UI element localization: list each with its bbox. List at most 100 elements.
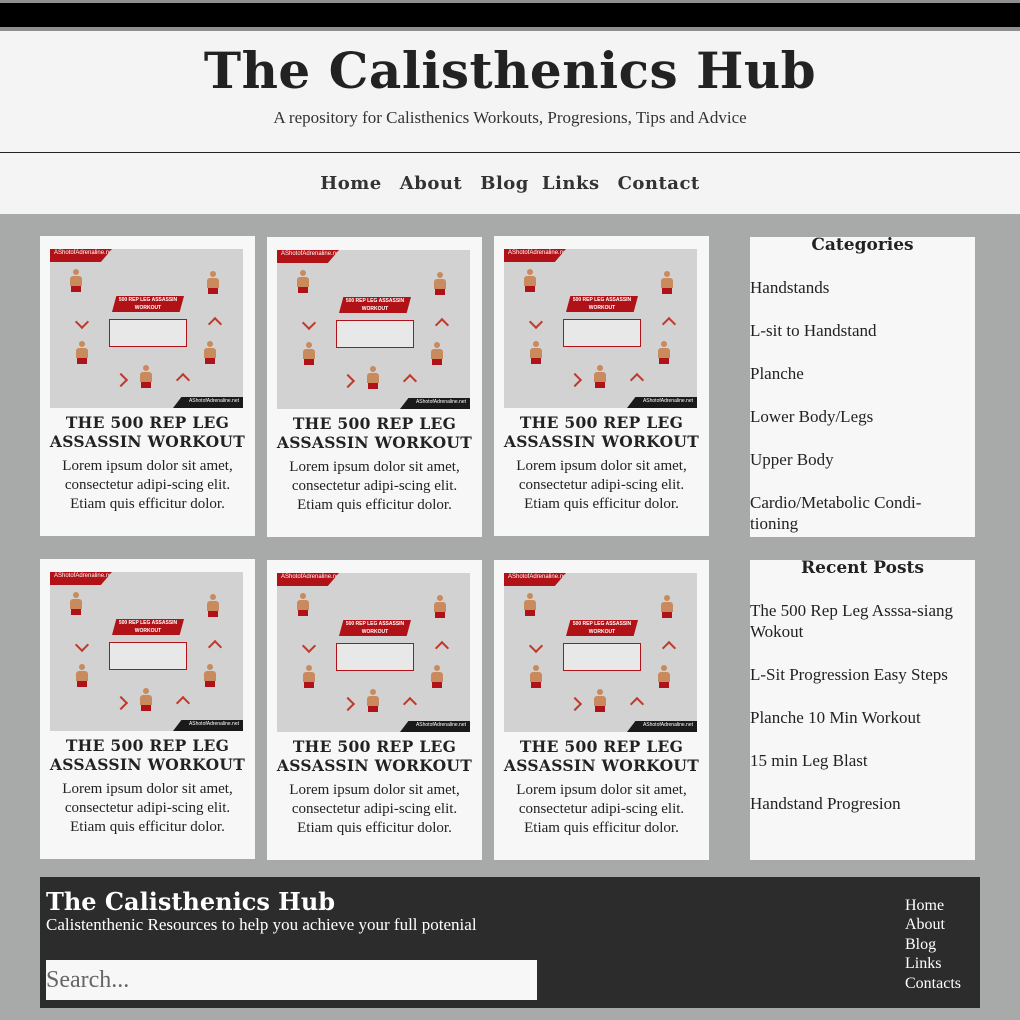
footer-nav-link[interactable]: Links [905, 954, 961, 973]
exercise-figure [301, 665, 317, 691]
arrow-icon [629, 372, 645, 388]
arrow-icon [340, 696, 356, 712]
exercise-figure [592, 365, 608, 391]
post-title[interactable]: THE 500 REP LEG ASSASSIN WORKOUT [267, 414, 482, 452]
category-link[interactable]: Upper Body [750, 449, 965, 470]
recent-post-link[interactable]: Handstand Progresion [750, 793, 965, 814]
exercise-figure [138, 365, 154, 391]
recent-post-link[interactable]: L-Sit Progression Easy Steps [750, 664, 965, 685]
recent-posts-title: Recent Posts [801, 558, 924, 578]
post-card[interactable]: AShotofAdrenaline.net 500 REP LEG ASSASS… [494, 236, 709, 536]
nav-link-blog[interactable]: Blog [480, 173, 529, 194]
footer-nav-link[interactable]: About [905, 915, 961, 934]
post-thumbnail[interactable]: AShotofAdrenaline.net 500 REP LEG ASSASS… [504, 573, 697, 732]
post-thumbnail[interactable]: AShotofAdrenaline.net 500 REP LEG ASSASS… [50, 572, 243, 731]
image-banner-text: 500 REP LEG ASSASSIN WORKOUT [118, 297, 178, 311]
category-link[interactable]: Lower Body/Legs [750, 406, 965, 427]
site-title[interactable]: The Calisthenics Hub [0, 41, 1020, 100]
category-link[interactable]: Handstands [750, 277, 965, 298]
image-info-box [109, 642, 187, 670]
category-link[interactable]: Cardio/Metabolic Condi-tioning [750, 492, 965, 534]
image-banner-text: 500 REP LEG ASSASSIN WORKOUT [572, 297, 632, 311]
arrow-icon [434, 317, 450, 333]
image-info-box [336, 643, 414, 671]
arrow-icon [661, 316, 677, 332]
image-site-text: AShotofAdrenaline.net [642, 398, 693, 404]
post-card[interactable]: AShotofAdrenaline.net 500 REP LEG ASSASS… [267, 237, 482, 537]
top-bar [0, 0, 1020, 31]
exercise-figure [659, 595, 675, 621]
post-thumbnail[interactable]: AShotofAdrenaline.net 500 REP LEG ASSASS… [50, 249, 243, 408]
image-site-tag: AShotofAdrenaline.net [627, 721, 697, 732]
categories-title: Categories [811, 235, 914, 255]
recent-post-link[interactable]: 15 min Leg Blast [750, 750, 965, 771]
post-title[interactable]: THE 500 REP LEG ASSASSIN WORKOUT [40, 413, 255, 451]
footer-nav-link[interactable]: Home [905, 896, 961, 915]
post-title[interactable]: THE 500 REP LEG ASSASSIN WORKOUT [494, 413, 709, 451]
footer-nav-link[interactable]: Blog [905, 935, 961, 954]
post-excerpt: Lorem ipsum dolor sit amet, consectetur … [62, 781, 233, 835]
image-brand-text: AShotofAdrenaline.net [281, 251, 342, 257]
image-site-text: AShotofAdrenaline.net [415, 722, 466, 728]
exercise-figure [656, 341, 672, 367]
exercise-figure [528, 341, 544, 367]
arrow-icon [74, 637, 90, 653]
recent-post-link[interactable]: Planche 10 Min Workout [750, 707, 965, 728]
image-banner: 500 REP LEG ASSASSIN WORKOUT [339, 297, 411, 313]
exercise-figure [301, 342, 317, 368]
arrow-icon [207, 316, 223, 332]
exercise-figure [429, 665, 445, 691]
image-brand-tag: AShotofAdrenaline.net [504, 249, 566, 262]
post-excerpt: Lorem ipsum dolor sit amet, consectetur … [516, 458, 687, 512]
post-card[interactable]: AShotofAdrenaline.net 500 REP LEG ASSASS… [494, 560, 709, 860]
arrow-icon [402, 373, 418, 389]
arrow-icon [74, 314, 90, 330]
arrow-icon [340, 373, 356, 389]
post-card[interactable]: AShotofAdrenaline.net 500 REP LEG ASSASS… [40, 559, 255, 859]
nav-link-contact[interactable]: Contact [618, 173, 700, 194]
image-site-tag: AShotofAdrenaline.net [400, 721, 470, 732]
image-brand-text: AShotofAdrenaline.net [281, 574, 342, 580]
exercise-figure [429, 342, 445, 368]
image-banner-text: 500 REP LEG ASSASSIN WORKOUT [572, 621, 632, 635]
category-link[interactable]: L-sit to Handstand [750, 320, 965, 341]
image-brand-tag: AShotofAdrenaline.net [277, 250, 339, 263]
site-footer: The Calisthenics Hub Calistenthenic Reso… [40, 877, 980, 1008]
post-thumbnail[interactable]: AShotofAdrenaline.net 500 REP LEG ASSASS… [277, 573, 470, 732]
image-banner: 500 REP LEG ASSASSIN WORKOUT [339, 620, 411, 636]
image-banner: 500 REP LEG ASSASSIN WORKOUT [112, 619, 184, 635]
arrow-icon [175, 372, 191, 388]
image-banner: 500 REP LEG ASSASSIN WORKOUT [112, 296, 184, 312]
exercise-figure [659, 271, 675, 297]
exercise-figure [592, 689, 608, 715]
site-tagline: A repository for Calisthenics Workouts, … [273, 108, 747, 127]
exercise-figure [205, 271, 221, 297]
arrow-icon [207, 639, 223, 655]
category-link[interactable]: Planche [750, 363, 965, 384]
post-title[interactable]: THE 500 REP LEG ASSASSIN WORKOUT [494, 737, 709, 775]
exercise-figure [74, 664, 90, 690]
nav-link-links[interactable]: Links [542, 173, 600, 194]
exercise-figure [74, 341, 90, 367]
exercise-figure [528, 665, 544, 691]
post-card[interactable]: AShotofAdrenaline.net 500 REP LEG ASSASS… [40, 236, 255, 536]
arrow-icon [629, 696, 645, 712]
nav-link-about[interactable]: About [400, 173, 462, 194]
footer-title: The Calisthenics Hub [46, 887, 336, 916]
image-site-tag: AShotofAdrenaline.net [400, 398, 470, 409]
exercise-figure [68, 269, 84, 295]
nav-link-home[interactable]: Home [320, 173, 382, 194]
image-banner-text: 500 REP LEG ASSASSIN WORKOUT [118, 620, 178, 634]
post-title[interactable]: THE 500 REP LEG ASSASSIN WORKOUT [267, 737, 482, 775]
post-thumbnail[interactable]: AShotofAdrenaline.net 500 REP LEG ASSASS… [277, 250, 470, 409]
exercise-figure [138, 688, 154, 714]
post-thumbnail[interactable]: AShotofAdrenaline.net 500 REP LEG ASSASS… [504, 249, 697, 408]
exercise-figure [522, 593, 538, 619]
image-brand-tag: AShotofAdrenaline.net [504, 573, 566, 586]
categories-widget: Categories Handstands L-sit to Handstand P… [750, 237, 975, 537]
search-input[interactable] [46, 960, 537, 1000]
post-card[interactable]: AShotofAdrenaline.net 500 REP LEG ASSASS… [267, 560, 482, 860]
footer-nav-link[interactable]: Contacts [905, 974, 961, 993]
recent-post-link[interactable]: The 500 Rep Leg Asssa-siang Wokout [750, 600, 965, 642]
post-title[interactable]: THE 500 REP LEG ASSASSIN WORKOUT [40, 736, 255, 774]
